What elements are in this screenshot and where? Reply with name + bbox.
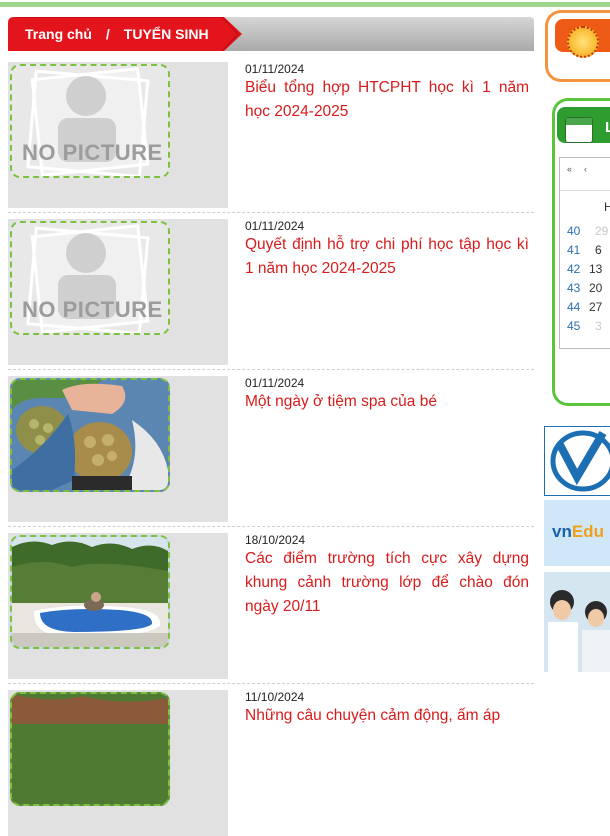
calendar-week-row: 45 3 [560,319,610,338]
divider [560,190,610,191]
list-item: 18/10/2024 Các điểm trường tích cực xây … [8,533,534,684]
calendar-day[interactable]: 13 [589,262,602,276]
week-number: 41 [567,243,581,257]
breadcrumb: Trang chủ / TUYỂN SINH [25,17,209,51]
calendar-day[interactable]: 29 [595,224,608,238]
divider [8,526,534,527]
news-title-link[interactable]: Các điểm trường tích cực xây dựng khung … [245,547,529,619]
calendar-day[interactable]: 6 [595,243,602,257]
school-logo-icon [567,26,599,58]
garden-photo [10,692,170,806]
divider [8,369,534,370]
calendar-box: L «‹ H 40 29 41 6 42 13 43 20 44 27 45 3 [552,98,610,406]
list-item: NO PICTURE 01/11/2024 Quyết định hỗ trợ … [8,219,534,370]
calendar-box-header: L [557,107,610,143]
breadcrumb-separator: / [105,26,110,42]
week-number: 45 [567,319,581,333]
calendar-nav: «‹ [567,164,599,174]
calendar-icon [565,117,593,143]
divider [8,212,534,213]
vnedu-banner[interactable]: vnEdu [544,500,610,566]
news-thumbnail[interactable] [8,533,228,679]
spa-photo [10,378,170,492]
vnpt-banner[interactable] [544,426,610,496]
calendar-week-row: 43 20 [560,281,610,300]
breadcrumb-current[interactable]: TUYỂN SINH [124,26,209,42]
prev-year-button[interactable]: « [567,164,572,174]
news-date: 11/10/2024 [245,690,305,704]
list-item: NO PICTURE 01/11/2024 Biểu tổng hợp HTCP… [8,62,534,213]
news-thumbnail[interactable]: NO PICTURE [8,219,228,365]
news-title-link[interactable]: Những câu chuyện cảm động, ấm áp [245,704,529,728]
no-picture-text: NO PICTURE [22,297,163,322]
calendar-week-row: 41 6 [560,243,610,262]
list-item: 01/11/2024 Một ngày ở tiệm spa của bé [8,376,534,527]
news-date: 01/11/2024 [245,376,305,390]
calendar-widget: «‹ H 40 29 41 6 42 13 43 20 44 27 45 3 [559,157,610,349]
news-title-link[interactable]: Biểu tổng hợp HTCPHT học kì 1 năm học 20… [245,76,529,124]
list-item: 11/10/2024 Những câu chuyện cảm động, ấm… [8,690,534,836]
schoolyard-photo [10,535,170,649]
news-title-link[interactable]: Quyết định hỗ trợ chi phí học tập học kì… [245,233,529,281]
news-title-link[interactable]: Một ngày ở tiệm spa của bé [245,390,529,414]
calendar-week-row: 44 27 [560,300,610,319]
students-photo [544,572,610,672]
news-thumbnail[interactable]: NO PICTURE [8,62,228,208]
calendar-day[interactable]: 27 [589,300,602,314]
divider [8,683,534,684]
week-number: 43 [567,281,581,295]
no-picture-image: NO PICTURE [10,64,170,178]
week-number: 42 [567,262,581,276]
calendar-week-row: 42 13 [560,262,610,281]
prev-month-button[interactable]: ‹ [584,164,587,174]
sidebar-box-header: V [555,19,610,58]
news-thumbnail[interactable] [8,376,228,522]
news-thumbnail[interactable] [8,690,228,836]
breadcrumb-home-link[interactable]: Trang chủ [25,26,92,42]
calendar-box-title: L [605,119,610,136]
week-number: 40 [567,224,581,238]
no-picture-text: NO PICTURE [22,140,163,165]
calendar-weekday-header: H [604,200,610,214]
week-number: 44 [567,300,581,314]
calendar-day[interactable]: 3 [595,319,602,333]
news-date: 01/11/2024 [245,219,305,233]
vnedu-logo: vnEdu [552,522,604,541]
sidebar-box-orange: V [545,10,610,82]
calendar-week-row: 40 29 [560,224,610,243]
news-date: 01/11/2024 [245,62,305,76]
calendar-day[interactable]: 20 [589,281,602,295]
news-date: 18/10/2024 [245,533,306,547]
no-picture-image: NO PICTURE [10,221,170,335]
top-accent-line [0,2,610,7]
vnpt-logo-icon [545,427,610,495]
students-banner[interactable] [544,572,610,672]
